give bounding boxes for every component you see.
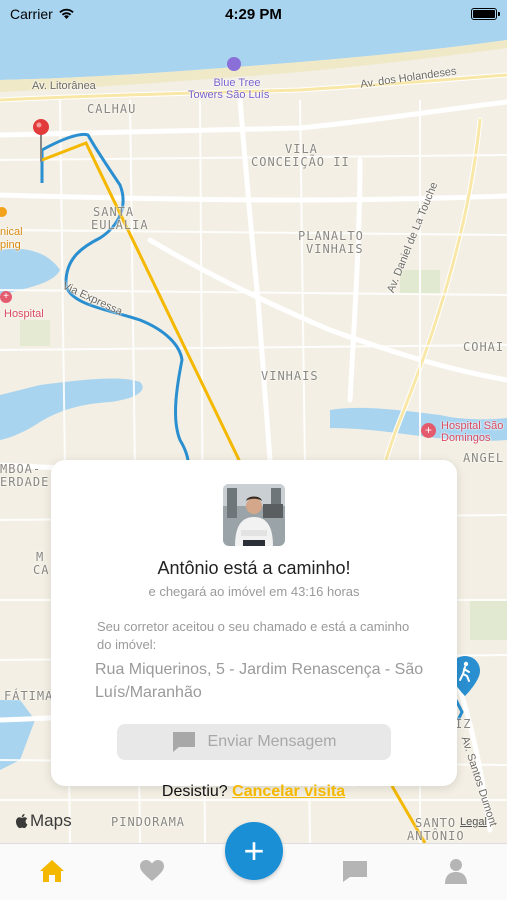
neighborhood-label: VINHAIS: [261, 369, 319, 383]
legal-link[interactable]: Legal: [460, 816, 487, 828]
neighborhood-label: CONCEIÇÃO II: [251, 155, 350, 169]
apple-logo-icon: [15, 813, 28, 829]
tab-profile[interactable]: [441, 856, 471, 886]
poi-blue-tree-line2: Towers São Luís: [188, 89, 270, 101]
send-message-label: Enviar Mensagem: [207, 733, 337, 750]
property-address: Rua Miquerinos, 5 - Jardim Renascença - …: [95, 661, 424, 701]
neighborhood-label: SANTO: [415, 816, 457, 830]
chat-bubble-icon: [172, 732, 195, 752]
chat-icon: [343, 861, 367, 882]
neighborhood-label: PINDORAMA: [111, 815, 186, 829]
status-bar: Carrier 4:29 PM: [0, 0, 507, 28]
poi-blue-tree-line1: Blue Tree: [213, 77, 261, 89]
neighborhood-label: ANGEL: [463, 451, 505, 465]
hospital-icon: +: [0, 291, 12, 303]
card-description: Seu corretor aceitou o seu chamado e est…: [97, 619, 410, 652]
neighborhood-label: VILA: [285, 142, 318, 156]
road-label: Av. Litorânea: [32, 80, 96, 92]
neighborhood-label: FÁTIMA: [4, 689, 54, 703]
maps-label: Maps: [30, 811, 72, 830]
neighborhood-label: VINHAIS: [306, 242, 364, 256]
neighborhood-label: PLANALTO: [298, 229, 364, 243]
poi-shopping-line1: nical: [0, 226, 23, 238]
hospital-icon: +: [421, 423, 436, 438]
origin-pin-icon[interactable]: [31, 118, 51, 162]
card-subtitle: e chegará ao imóvel em 43:16 horas: [148, 584, 360, 599]
neighborhood-label: IZ: [455, 717, 472, 731]
agent-avatar: [223, 484, 285, 546]
neighborhood-label: COHAI: [463, 340, 505, 354]
tab-favorites[interactable]: [137, 856, 167, 886]
apple-maps-attribution: Maps: [14, 811, 72, 831]
cancel-visit-row: Desistiu? Cancelar visita: [0, 783, 507, 801]
send-message-button[interactable]: Enviar Mensagem: [117, 724, 391, 760]
add-icon: +: [243, 830, 265, 871]
neighborhood-label: SANTA: [93, 205, 135, 219]
battery-icon: [471, 8, 500, 20]
neighborhood-label: EULÁLIA: [91, 218, 149, 232]
profile-icon: [445, 859, 467, 884]
neighborhood-label: ANTÔNIO: [407, 829, 465, 843]
status-time: 4:29 PM: [225, 5, 282, 23]
neighborhood-label: ERDADE: [0, 475, 50, 489]
tab-messages[interactable]: [340, 856, 370, 886]
tab-home[interactable]: [37, 856, 67, 886]
neighborhood-label: MBOA-: [0, 462, 42, 476]
poi-hospital-line2: Domingos: [441, 432, 491, 444]
neighborhood-label: CA: [33, 563, 50, 577]
poi-shopping-line2: ping: [0, 239, 21, 251]
neighborhood-label: CALHAU: [87, 102, 137, 116]
agent-status-card: Antônio está a caminho! e chegará ao imó…: [51, 460, 457, 786]
home-icon: [40, 860, 64, 882]
poi-hospital-left: Hospital: [4, 308, 44, 320]
hotel-icon: [227, 57, 241, 71]
card-title: Antônio está a caminho!: [157, 558, 351, 578]
cancel-prompt: Desistiu?: [161, 783, 228, 800]
add-button[interactable]: +: [225, 822, 283, 880]
agent-photo-icon: [223, 484, 285, 546]
cancel-visit-link[interactable]: Cancelar visita: [232, 783, 345, 800]
heart-icon: [140, 860, 164, 881]
neighborhood-label: M: [36, 550, 45, 564]
poi-hospital-line1: Hospital São: [441, 420, 504, 432]
